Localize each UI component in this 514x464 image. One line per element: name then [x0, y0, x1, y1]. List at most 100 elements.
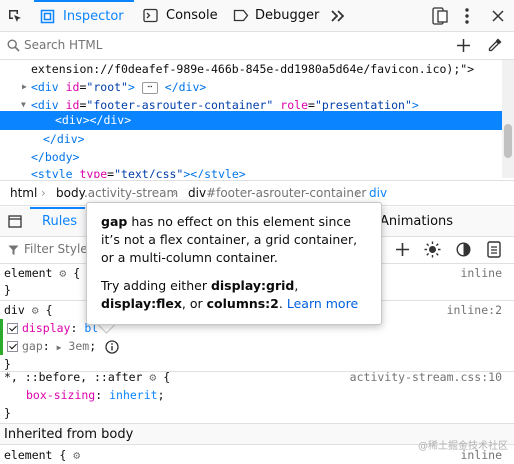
- element-picker-icon: [9, 9, 21, 22]
- tab-console-label: Console: [166, 8, 218, 23]
- expand-arrow-icon[interactable]: ▶: [57, 343, 62, 352]
- markup-scrollbar[interactable]: [502, 60, 514, 178]
- attr-name: id: [65, 80, 80, 94]
- tooltip-text: Try adding either: [101, 278, 211, 293]
- search-icon: [7, 39, 20, 52]
- add-node-icon[interactable]: [456, 38, 471, 53]
- markup-node-root[interactable]: ▶ <div id="root"> ⋯ </div>: [0, 78, 502, 96]
- crumb-tag: div: [369, 186, 388, 200]
- tooltip-fix: Try adding either display:grid, display:…: [101, 277, 367, 313]
- search-html-input[interactable]: [24, 36, 424, 54]
- tab-animations[interactable]: Animations: [380, 207, 453, 236]
- gear-icon[interactable]: ⚙: [32, 303, 39, 317]
- light-mode-icon[interactable]: [424, 241, 441, 258]
- rule-source[interactable]: inline: [460, 264, 502, 282]
- add-rule-icon[interactable]: [395, 242, 410, 257]
- attr-value: "text/css": [114, 167, 184, 178]
- close-icon: [492, 9, 504, 22]
- enable-checkbox[interactable]: [7, 323, 18, 334]
- prop-name[interactable]: display: [22, 321, 70, 335]
- gear-icon[interactable]: ⚙: [73, 448, 80, 462]
- chevron-right-icon: ›: [41, 186, 46, 200]
- rule-selector: element: [4, 448, 53, 462]
- search-bar: [0, 32, 514, 60]
- markup-scrollbar-thumb[interactable]: [504, 124, 512, 158]
- tooltip-text: .: [278, 296, 287, 311]
- layout-toggle-icon[interactable]: [8, 215, 22, 228]
- rule-brace: {: [45, 303, 53, 317]
- filter-styles-input[interactable]: Filter Styles: [24, 242, 94, 256]
- tab-rules-label: Rules: [42, 214, 78, 229]
- tooltip-text: ,: [294, 278, 299, 293]
- crumb-tag: div: [188, 186, 207, 200]
- watermark: @稀土掘金技术社区: [418, 441, 508, 452]
- dark-mode-icon[interactable]: [456, 242, 471, 257]
- rule-header: *, ::before, ::after ⚙ { activity-stream…: [0, 368, 514, 386]
- tab-console[interactable]: Console: [143, 0, 218, 31]
- tag-open: <style: [31, 167, 80, 178]
- info-icon[interactable]: [105, 339, 119, 354]
- gear-icon[interactable]: ⚙: [59, 266, 66, 280]
- expand-arrow-icon[interactable]: ▶: [22, 78, 27, 96]
- markup-line: extension://f0deafef-989e-466b-845e-dd19…: [0, 60, 502, 78]
- markup-line: </div>: [0, 130, 502, 148]
- markup-view: extension://f0deafef-989e-466b-845e-dd19…: [0, 60, 502, 178]
- tag-open: <div: [31, 98, 66, 112]
- prop-name[interactable]: gap: [22, 339, 43, 353]
- attr-value: "footer-asrouter-container": [86, 98, 274, 112]
- gear-icon[interactable]: ⚙: [149, 370, 156, 384]
- prop-name[interactable]: box-sizing: [26, 388, 95, 402]
- tag-open: <div: [31, 80, 66, 94]
- tooltip-text: has no effect on this element since it’s…: [101, 214, 358, 265]
- rule-brace: {: [73, 266, 81, 280]
- more-tools-button[interactable]: [330, 0, 346, 31]
- eyedropper-icon[interactable]: [487, 37, 503, 53]
- more-options-icon: [465, 7, 469, 24]
- dock-icon: [432, 6, 448, 25]
- tag-end: </div>: [164, 80, 207, 94]
- attr-name: type: [79, 167, 108, 178]
- prop-value[interactable]: 3em: [68, 339, 89, 353]
- tooltip-option: display:grid: [210, 278, 295, 293]
- crumb-class: .activity-stream: [83, 186, 179, 200]
- element-picker-button[interactable]: [6, 0, 24, 31]
- rule-brace: }: [4, 283, 11, 297]
- tab-inspector[interactable]: Inspector: [34, 0, 134, 31]
- breadcrumb-html[interactable]: html: [10, 181, 37, 205]
- close-devtools-button[interactable]: [491, 0, 505, 31]
- enable-checkbox[interactable]: [7, 341, 18, 352]
- rule-selector: *, ::before, ::after: [4, 370, 143, 384]
- dock-options-button[interactable]: [432, 0, 448, 31]
- tab-debugger-label: Debugger: [255, 8, 320, 23]
- tab-debugger[interactable]: Debugger: [233, 0, 319, 31]
- crumb-tag: html: [10, 186, 38, 200]
- double-chevron-right-icon: [331, 9, 345, 22]
- rule-brace: {: [163, 370, 171, 384]
- attr-value: "root": [86, 80, 128, 94]
- rule-brace: {: [59, 448, 67, 462]
- filter-icon: [8, 245, 19, 255]
- rule-source[interactable]: inline:2: [447, 301, 502, 319]
- prop-value[interactable]: inherit: [109, 388, 157, 402]
- ellipsis-badge[interactable]: ⋯: [141, 81, 158, 94]
- tab-rules[interactable]: Rules: [30, 207, 85, 236]
- learn-more-link[interactable]: Learn more: [287, 296, 358, 311]
- print-media-icon[interactable]: [487, 241, 501, 258]
- debugger-icon: [233, 9, 249, 22]
- devtools-toolbar: Inspector Console Debugger: [0, 0, 514, 32]
- rule-brace: }: [4, 406, 11, 420]
- selected-node-text: <div></div>: [55, 113, 132, 127]
- rule-selector: element: [4, 266, 53, 280]
- tooltip-prop: gap: [101, 214, 128, 229]
- tooltip-option: columns:2: [206, 296, 279, 311]
- options-menu-button[interactable]: [464, 0, 470, 31]
- markup-node-selected[interactable]: <div></div>: [0, 111, 502, 130]
- rule-selector: div: [4, 303, 25, 317]
- crumb-tag: body: [56, 186, 84, 200]
- markup-node-style[interactable]: <style type="text/css"></style>: [0, 165, 502, 178]
- declaration-gap: gap: ▶ 3em;: [0, 337, 514, 355]
- markup-line: </body>: [0, 148, 502, 166]
- attr-name: role: [280, 98, 308, 112]
- rule-source[interactable]: activity-stream.css:10: [350, 368, 502, 386]
- tab-inspector-label: Inspector: [63, 9, 124, 24]
